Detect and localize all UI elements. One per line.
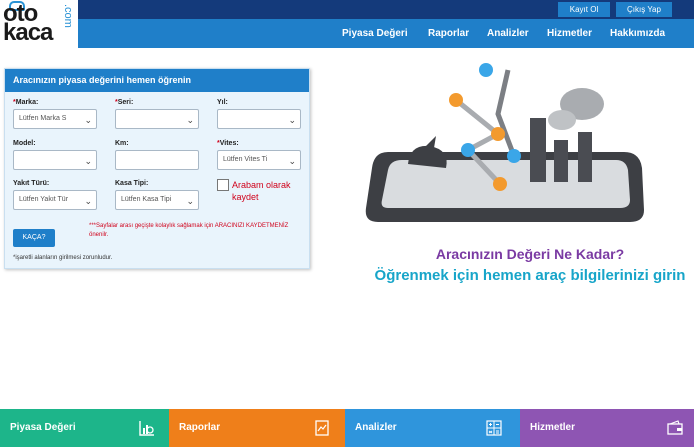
required-note: *işaretli alanların girilmesi zorunludur… — [13, 255, 113, 261]
top-bar: Kayıt Ol Çıkış Yap — [78, 0, 694, 19]
main-nav: Piyasa Değeri Raporlar Analizler Hizmetl… — [78, 19, 694, 48]
tile-raporlar[interactable]: Raporlar — [169, 409, 345, 447]
form-title: Aracınızın piyasa değerini hemen öğrenin — [5, 69, 309, 92]
register-button[interactable]: Kayıt Ol — [558, 2, 610, 17]
vites-select[interactable]: Lütfen Vites Ti ⌄ — [217, 150, 301, 170]
chevron-down-icon: ⌄ — [288, 156, 296, 166]
chart-magnifier-icon — [139, 421, 154, 436]
yil-select[interactable]: ⌄ — [217, 109, 301, 129]
tile-label: Raporlar — [179, 422, 221, 433]
km-label: Km: — [115, 140, 129, 147]
chevron-down-icon: ⌄ — [186, 196, 194, 206]
nav-raporlar[interactable]: Raporlar — [428, 19, 469, 48]
site-logo[interactable]: oto kaca .com — [0, 0, 78, 48]
yakit-label: Yakıt Türü: — [13, 180, 50, 187]
tile-analizler[interactable]: Analizler — [345, 409, 520, 447]
headline-cta: Öğrenmek için hemen araç bilgilerinizi g… — [374, 267, 686, 284]
chevron-down-icon: ⌄ — [84, 156, 92, 166]
chevron-down-icon: ⌄ — [186, 115, 194, 125]
save-warning: ***Sayfalar arası geçişte kolaylık sağla… — [89, 223, 289, 238]
nav-hakkimizda[interactable]: Hakkımızda — [610, 19, 665, 48]
tile-hizmetler[interactable]: Hizmetler — [520, 409, 694, 447]
nav-hizmetler[interactable]: Hizmetler — [547, 19, 592, 48]
seri-select[interactable]: ⌄ — [115, 109, 199, 129]
valuation-form: Aracınızın piyasa değerini hemen öğrenin… — [4, 68, 310, 269]
wallet-icon — [667, 420, 683, 435]
chevron-down-icon: ⌄ — [84, 196, 92, 206]
km-input[interactable] — [115, 150, 199, 170]
calculator-icon — [486, 420, 502, 436]
kasa-label: Kasa Tipi: — [115, 180, 149, 187]
chevron-down-icon: ⌄ — [288, 115, 296, 125]
nav-piyasa-degeri[interactable]: Piyasa Değeri — [342, 19, 408, 48]
seri-label: *Seri: — [115, 99, 134, 106]
logo-line-2: kaca — [3, 19, 53, 46]
logout-button[interactable]: Çıkış Yap — [616, 2, 672, 17]
tile-label: Analizler — [355, 422, 397, 433]
report-icon — [315, 420, 329, 436]
tile-piyasa-degeri[interactable]: Piyasa Değeri — [0, 409, 169, 447]
marka-label: *Marka: — [13, 99, 39, 106]
logo-suffix: .com — [62, 4, 74, 28]
model-select[interactable]: ⌄ — [13, 150, 97, 170]
yil-label: Yıl: — [217, 99, 228, 106]
kasa-select[interactable]: Lütfen Kasa Tipi ⌄ — [115, 190, 199, 210]
nav-analizler[interactable]: Analizler — [487, 19, 529, 48]
marka-select[interactable]: Lütfen Marka S ⌄ — [13, 109, 97, 129]
model-label: Model: — [13, 140, 36, 147]
save-car-label[interactable]: Arabam olarak kaydet — [232, 179, 312, 203]
submit-button[interactable]: KAÇA? — [13, 229, 55, 247]
tablet-analytics-illustration — [365, 63, 644, 222]
tile-label: Hizmetler — [530, 422, 576, 433]
headline-question: Aracınızın Değeri Ne Kadar? — [435, 246, 625, 262]
chevron-down-icon: ⌄ — [84, 115, 92, 125]
save-car-checkbox[interactable] — [217, 179, 229, 191]
vites-label: *Vites: — [217, 140, 239, 147]
yakit-select[interactable]: Lütfen Yakıt Tür ⌄ — [13, 190, 97, 210]
tile-label: Piyasa Değeri — [10, 422, 76, 433]
